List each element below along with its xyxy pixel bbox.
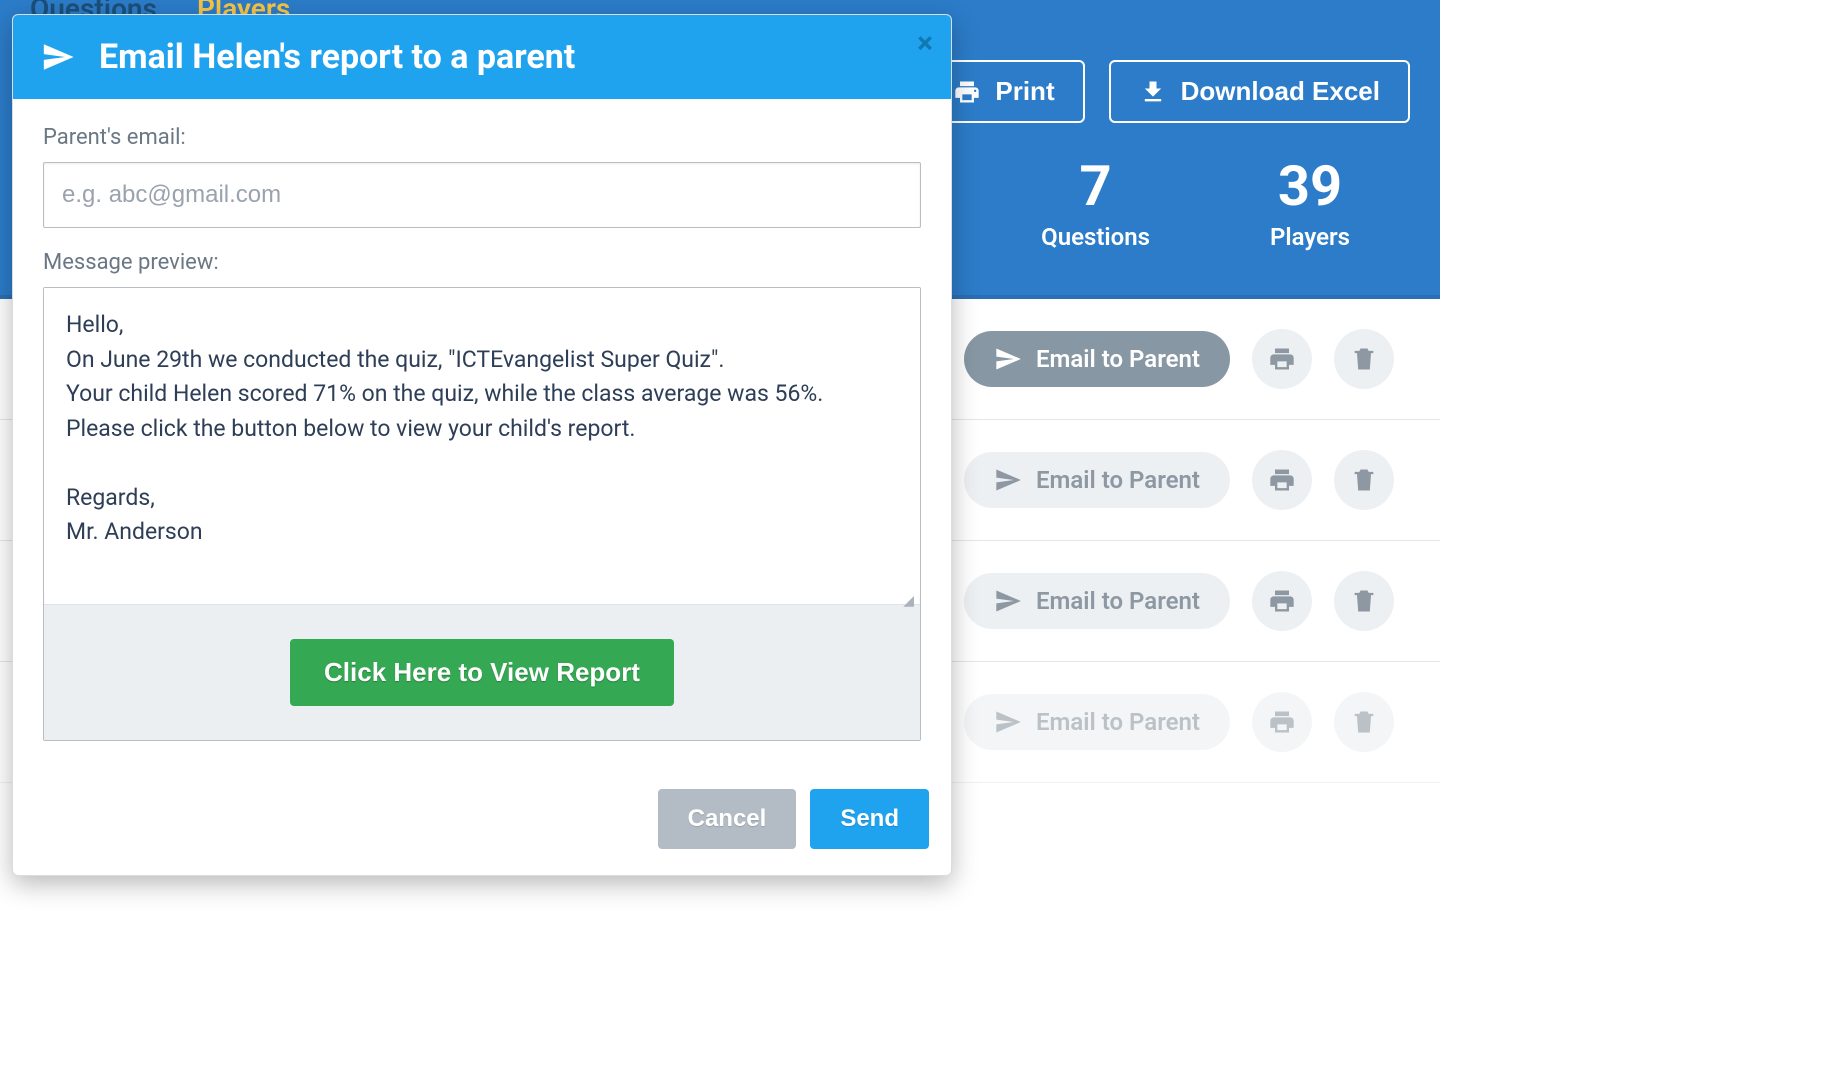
trash-icon [1350, 587, 1378, 615]
send-icon [994, 466, 1022, 494]
row-delete-button[interactable] [1334, 450, 1394, 510]
stat-questions: 7 Questions [1041, 153, 1150, 251]
email-parent-label: Email to Parent [1036, 466, 1200, 494]
email-parent-button[interactable]: Email to Parent [964, 573, 1230, 629]
trash-icon [1350, 345, 1378, 373]
preview-footer: Click Here to View Report [44, 604, 920, 740]
send-icon [994, 587, 1022, 615]
row-print-button[interactable] [1252, 571, 1312, 631]
print-icon [1268, 708, 1296, 736]
email-parent-button[interactable]: Email to Parent [964, 694, 1230, 750]
email-parent-label: Email to Parent [1036, 708, 1200, 736]
modal-title: Email Helen's report to a parent [99, 37, 575, 77]
row-print-button[interactable] [1252, 450, 1312, 510]
download-icon [1139, 78, 1167, 106]
download-excel-button[interactable]: Download Excel [1109, 60, 1410, 123]
modal-body: Parent's email: Message preview: ◢ Click… [13, 99, 951, 771]
send-icon [41, 40, 75, 74]
email-parent-label: Email to Parent [1036, 587, 1200, 615]
message-preview: ◢ Click Here to View Report [43, 287, 921, 741]
parent-email-field[interactable] [43, 162, 921, 228]
print-icon [1268, 466, 1296, 494]
print-icon [1268, 345, 1296, 373]
send-icon [994, 708, 1022, 736]
stat-players-label: Players [1270, 223, 1350, 251]
cancel-button[interactable]: Cancel [658, 789, 797, 849]
send-button[interactable]: Send [810, 789, 929, 849]
trash-icon [1350, 708, 1378, 736]
email-parent-button[interactable]: Email to Parent [964, 452, 1230, 508]
row-delete-button[interactable] [1334, 329, 1394, 389]
email-parent-label: Email to Parent [1036, 345, 1200, 373]
trash-icon [1350, 466, 1378, 494]
email-report-modal: Email Helen's report to a parent × Paren… [12, 14, 952, 876]
row-delete-button[interactable] [1334, 571, 1394, 631]
row-print-button[interactable] [1252, 692, 1312, 752]
print-label: Print [995, 76, 1054, 107]
modal-header: Email Helen's report to a parent × [13, 15, 951, 99]
stat-questions-value: 7 [1041, 153, 1150, 219]
row-print-button[interactable] [1252, 329, 1312, 389]
download-label: Download Excel [1181, 76, 1380, 107]
view-report-button[interactable]: Click Here to View Report [290, 639, 674, 706]
print-icon [953, 78, 981, 106]
modal-footer: Cancel Send [13, 771, 951, 875]
print-icon [1268, 587, 1296, 615]
message-preview-label: Message preview: [43, 250, 921, 275]
email-parent-button[interactable]: Email to Parent [964, 331, 1230, 387]
stat-players: 39 Players [1270, 153, 1350, 251]
send-icon [994, 345, 1022, 373]
stat-players-value: 39 [1270, 153, 1350, 219]
row-delete-button[interactable] [1334, 692, 1394, 752]
close-icon[interactable]: × [917, 29, 933, 59]
message-preview-text[interactable] [44, 288, 920, 594]
stat-questions-label: Questions [1041, 223, 1150, 251]
email-label: Parent's email: [43, 125, 921, 150]
